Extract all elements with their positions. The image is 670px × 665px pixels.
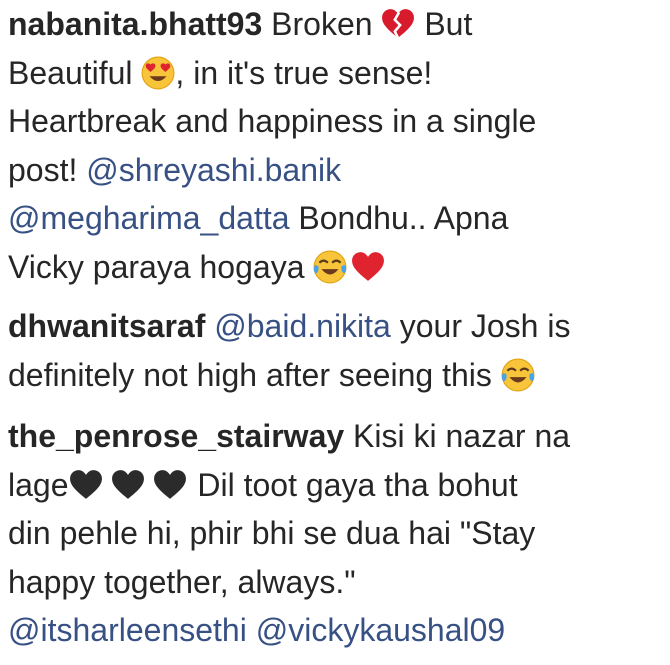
comment-text: Broken bbox=[271, 6, 382, 42]
comment-3: the_penrose_stairway Kisi ki nazar na la… bbox=[8, 412, 662, 655]
comment-text: Dil toot gaya tha bohut bbox=[188, 466, 518, 503]
comment-text: Bondhu.. Apna bbox=[289, 200, 509, 236]
mention-link[interactable]: @megharima_datta bbox=[8, 200, 290, 236]
comment-username[interactable]: the_penrose_stairway bbox=[8, 418, 344, 454]
comment-text: post! bbox=[8, 151, 87, 188]
comment-text: definitely not high after seeing this bbox=[8, 356, 501, 393]
comment-line: din pehle hi, phir bhi se dua hai "Stay bbox=[8, 509, 662, 558]
comment-line: post! @shreyashi.banik bbox=[8, 146, 662, 195]
comment-text: , in it's true sense! bbox=[175, 54, 433, 91]
comment-text: lage bbox=[8, 466, 69, 503]
comment-username[interactable]: dhwanitsaraf bbox=[8, 308, 205, 344]
comment-text: Kisi ki nazar na bbox=[344, 418, 571, 454]
red-heart-icon bbox=[351, 250, 385, 284]
tears-of-joy-emoji-icon bbox=[313, 250, 347, 284]
black-heart-icon bbox=[111, 468, 145, 502]
comment-text: din pehle hi, phir bhi se dua hai "Stay bbox=[8, 515, 536, 551]
comment-line: the_penrose_stairway Kisi ki nazar na bbox=[8, 412, 662, 461]
mention-link[interactable]: @itsharleensethi bbox=[8, 612, 247, 648]
black-heart-icon bbox=[153, 468, 187, 502]
comment-line: nabanita.bhatt93 Broken But bbox=[8, 0, 662, 49]
comment-line: Beautiful , in it's true sense! bbox=[8, 49, 662, 98]
comment-2: dhwanitsaraf @baid.nikita your Josh is d… bbox=[8, 302, 662, 399]
comment-text: happy together, always." bbox=[8, 563, 356, 600]
comment-line: Heartbreak and happiness in a single bbox=[8, 97, 662, 146]
comment-line: lage Dil toot gaya tha bohut bbox=[8, 461, 662, 510]
comment-line: happy together, always." bbox=[8, 558, 662, 607]
comment-text: Vicky paraya hogaya bbox=[8, 248, 314, 285]
black-heart-icon bbox=[69, 468, 103, 502]
comment-line: Vicky paraya hogaya bbox=[8, 243, 662, 292]
mention-link[interactable]: @shreyashi.banik bbox=[86, 152, 341, 188]
comment-text: your Josh is bbox=[390, 308, 571, 344]
comment-line: definitely not high after seeing this bbox=[8, 351, 662, 400]
comment-username[interactable]: nabanita.bhatt93 bbox=[8, 6, 262, 42]
heart-eyes-emoji-icon bbox=[141, 56, 175, 90]
comment-text: Beautiful bbox=[8, 54, 142, 91]
comment-text: But bbox=[415, 6, 473, 42]
comment-line: dhwanitsaraf @baid.nikita your Josh is bbox=[8, 302, 662, 351]
comment-text: Heartbreak and happiness in a single bbox=[8, 103, 537, 139]
comment-line: @itsharleensethi @vickykaushal09 bbox=[8, 606, 662, 655]
tears-of-joy-emoji-icon bbox=[501, 358, 535, 392]
broken-heart-icon bbox=[381, 7, 415, 41]
comment-1: nabanita.bhatt93 Broken But Beautiful , … bbox=[8, 0, 662, 291]
mention-link[interactable]: @vickykaushal09 bbox=[256, 612, 505, 648]
mention-link[interactable]: @baid.nikita bbox=[214, 308, 391, 344]
comment-line: @megharima_datta Bondhu.. Apna bbox=[8, 194, 662, 243]
